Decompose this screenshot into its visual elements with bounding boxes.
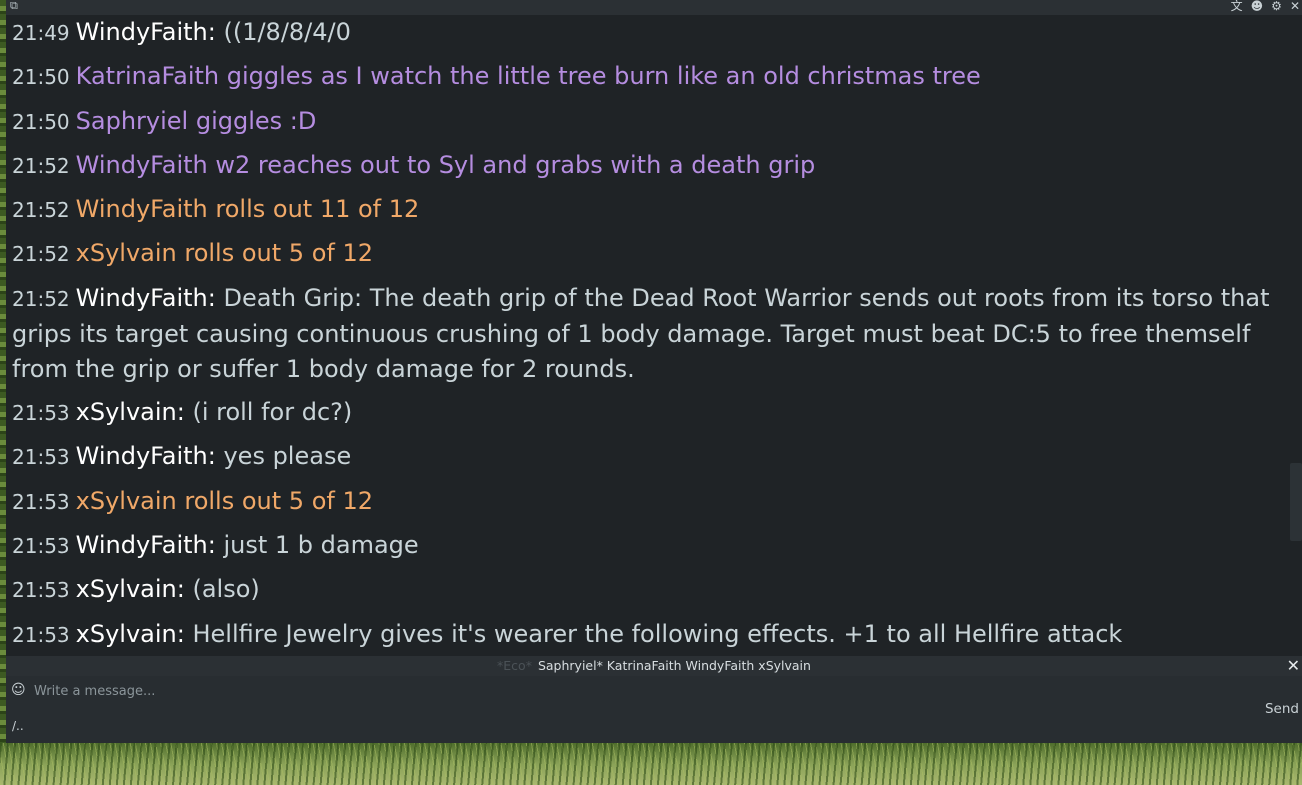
message-author[interactable]: xSylvain: — [76, 575, 185, 603]
command-hint: /.. — [12, 719, 24, 733]
chat-message: 21:50 KatrinaFaith giggles as I watch the… — [6, 59, 1290, 95]
emoji-icon[interactable]: ☺ — [11, 681, 26, 699]
message-timestamp: 21:49 — [12, 21, 70, 45]
chat-message: 21:52 WindyFaith: Death Grip: The death g… — [6, 281, 1290, 387]
send-button[interactable]: Send — [1262, 701, 1302, 717]
message-text: yes please — [215, 442, 352, 471]
message-timestamp: 21:52 — [12, 153, 70, 178]
chat-message: 21:53 xSylvain: (also) — [6, 572, 1290, 608]
message-text: WindyFaith w2 reaches out to Syl and gra… — [75, 150, 816, 179]
message-timestamp: 21:50 — [12, 109, 70, 134]
message-text: xSylvain rolls out 5 of 12 — [75, 486, 373, 515]
message-text: just 1 b damage — [215, 530, 419, 559]
participants-list: Saphryiel* KatrinaFaith WindyFaith xSylv… — [537, 658, 811, 673]
chat-bubble-icon[interactable]: ☻ — [1251, 0, 1264, 12]
title-bar[interactable]: ⧉ 文 ☻ ⚙ ✕ — [6, 0, 1302, 15]
message-timestamp: 21:52 — [12, 242, 70, 267]
participants-bar: *Eco* Saphryiel* KatrinaFaith WindyFaith … — [6, 656, 1302, 676]
message-timestamp: 21:50 — [12, 65, 70, 90]
message-composer: ☺ Send /.. — [6, 676, 1302, 743]
close-icon[interactable]: ✕ — [1290, 0, 1300, 12]
message-author[interactable]: WindyFaith: — [76, 18, 216, 46]
message-author[interactable]: WindyFaith: — [76, 531, 216, 559]
chat-message: 21:53 xSylvain: (i roll for dc?) — [6, 395, 1290, 431]
chat-message: 21:53 WindyFaith: just 1 b damage — [6, 528, 1290, 564]
message-text: WindyFaith rolls out 11 of 12 — [75, 195, 420, 224]
message-timestamp: 21:53 — [12, 578, 70, 603]
message-timestamp: 21:53 — [12, 622, 70, 647]
message-author[interactable]: WindyFaith: — [76, 442, 216, 470]
chat-message: 21:49 WindyFaith: ((1/8/8/4/0 — [6, 15, 1290, 51]
gear-icon[interactable]: ⚙ — [1271, 0, 1282, 12]
translate-icon[interactable]: 文 — [1231, 0, 1243, 12]
message-text: KatrinaFaith giggles as I watch the litt… — [75, 62, 981, 91]
message-text: Saphryiel giggles :D — [75, 106, 317, 135]
message-text: (also) — [184, 575, 260, 604]
chat-window: ⧉ 文 ☻ ⚙ ✕ 21:49 WindyFaith: ((1/8/8/4/0 21:50… — [6, 0, 1302, 743]
message-timestamp: 21:53 — [12, 489, 70, 514]
chat-message: 21:52 xSylvain rolls out 5 of 12 — [6, 236, 1290, 272]
chat-message: 21:50 Saphryiel giggles :D — [6, 104, 1290, 140]
message-text: Hellfire Jewelry gives it's wearer the f… — [184, 619, 1123, 648]
message-timestamp: 21:52 — [12, 198, 70, 223]
chat-message: 21:52 WindyFaith rolls out 11 of 12 — [6, 192, 1290, 228]
message-author[interactable]: xSylvain: — [76, 398, 185, 426]
channel-label: *Eco* — [497, 658, 532, 673]
chat-message: 21:52 WindyFaith w2 reaches out to Syl an… — [6, 148, 1290, 184]
message-author[interactable]: WindyFaith: — [76, 284, 216, 312]
message-timestamp: 21:53 — [12, 401, 70, 426]
window-restore-icon[interactable]: ⧉ — [10, 0, 18, 12]
message-timestamp: 21:53 — [12, 533, 70, 558]
message-text: (i roll for dc?) — [184, 398, 353, 427]
message-timestamp: 21:53 — [12, 445, 70, 470]
message-input[interactable] — [34, 681, 1134, 701]
chat-message: 21:53 xSylvain: Hellfire Jewelry gives it… — [6, 617, 1290, 653]
message-list[interactable]: 21:49 WindyFaith: ((1/8/8/4/0 21:50 Katrina… — [6, 15, 1290, 656]
scrollbar[interactable] — [1290, 463, 1302, 541]
chat-message: 21:53 WindyFaith: yes please — [6, 439, 1290, 475]
message-text: ((1/8/8/4/0 — [215, 18, 351, 46]
background-grass — [0, 743, 1302, 785]
message-timestamp: 21:52 — [12, 286, 70, 311]
close-icon[interactable]: ✕ — [1287, 656, 1300, 676]
window-controls: 文 ☻ ⚙ ✕ — [1231, 0, 1300, 12]
message-text: xSylvain rolls out 5 of 12 — [75, 239, 373, 268]
chat-message: 21:53 xSylvain rolls out 5 of 12 — [6, 484, 1290, 520]
message-author[interactable]: xSylvain: — [76, 620, 185, 648]
